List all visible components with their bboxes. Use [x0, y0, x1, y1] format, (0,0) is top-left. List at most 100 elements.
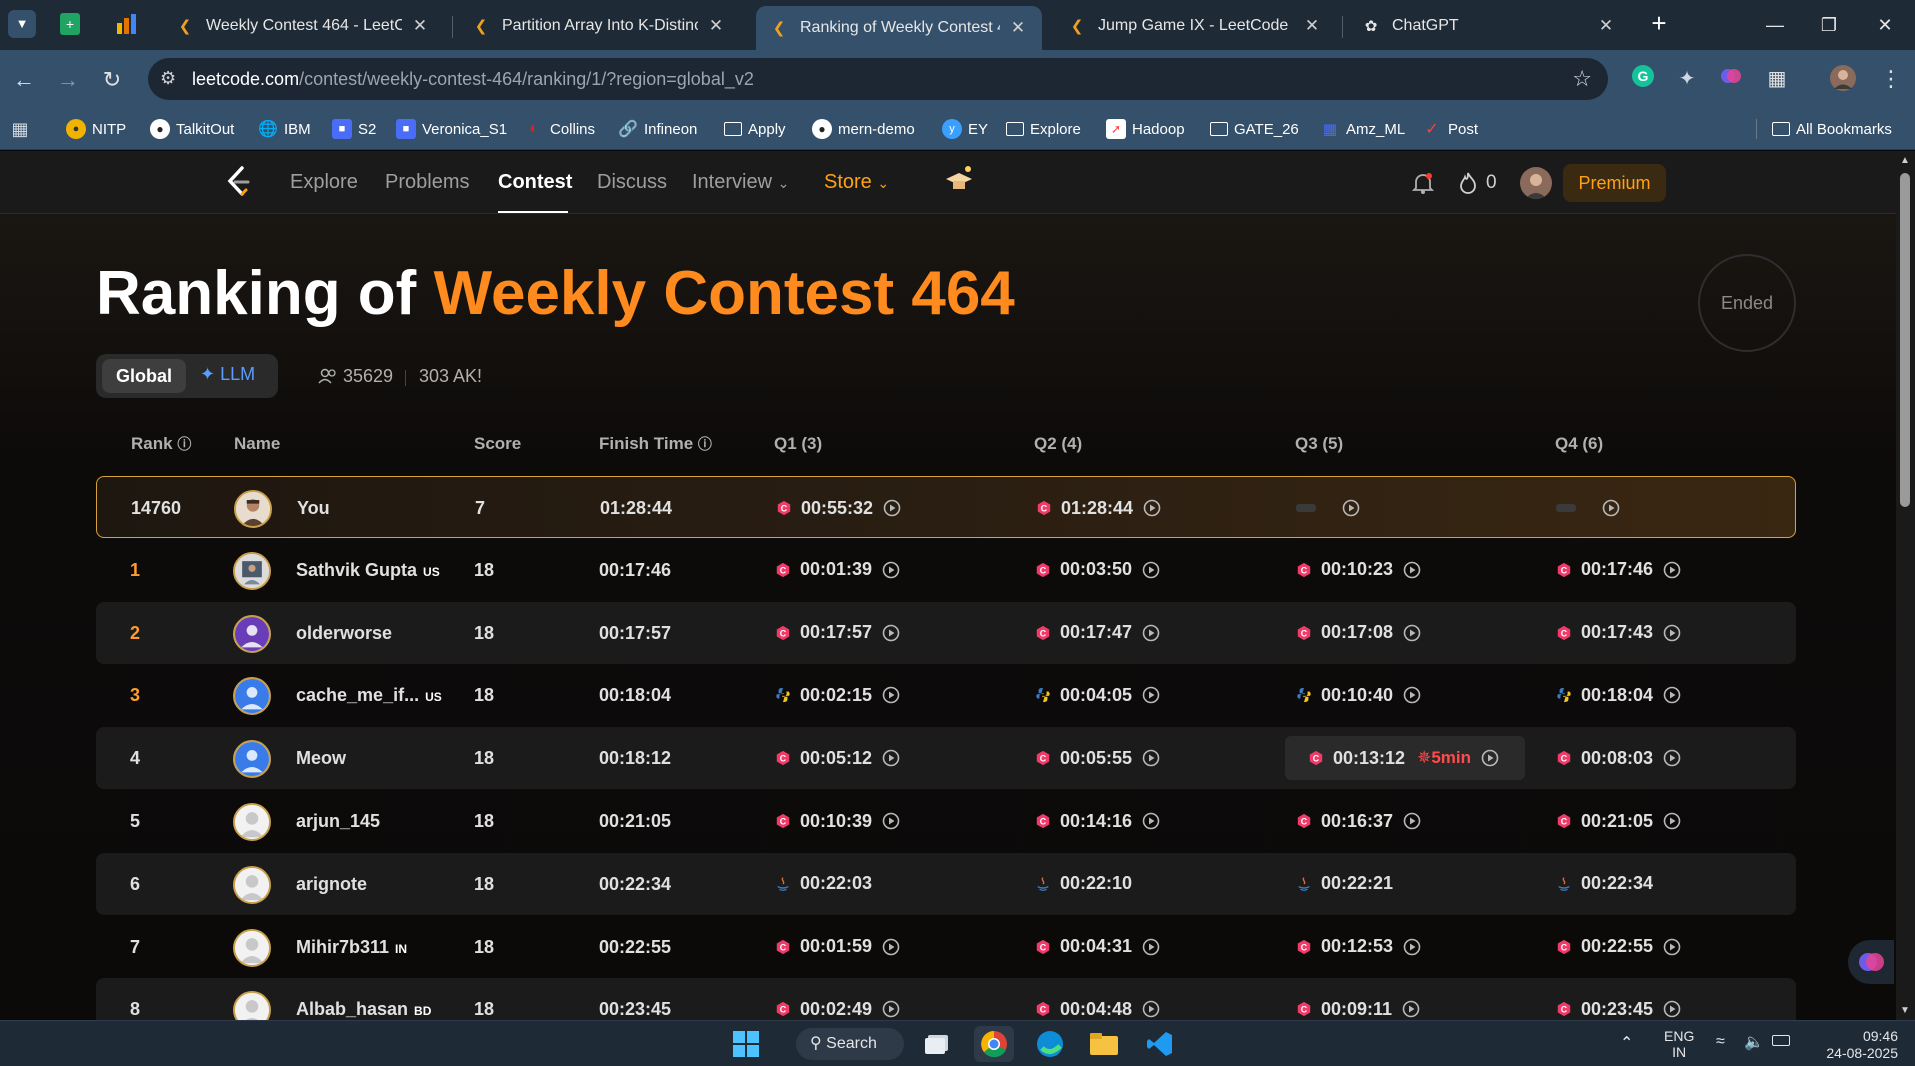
- nav-discuss[interactable]: Discuss: [597, 171, 667, 194]
- play-replay-icon[interactable]: [1663, 686, 1681, 704]
- avatar[interactable]: [233, 865, 271, 904]
- bookmark-mern-demo[interactable]: ● mern-demo: [812, 117, 915, 141]
- bookmark-explore[interactable]: Explore: [1006, 117, 1081, 141]
- avatar[interactable]: [233, 677, 271, 716]
- close-icon[interactable]: ✕: [1008, 18, 1028, 38]
- username[interactable]: arignote: [296, 874, 367, 894]
- avatar[interactable]: [233, 803, 271, 841]
- edge-taskbar-icon[interactable]: [1030, 1026, 1070, 1062]
- name-cell[interactable]: arignote: [296, 853, 367, 915]
- tab-ranking[interactable]: ❮ Ranking of Weekly Contest 464 ✕: [756, 6, 1042, 50]
- play-replay-icon[interactable]: [1663, 812, 1681, 830]
- play-replay-icon[interactable]: [882, 1000, 900, 1018]
- close-icon[interactable]: ✕: [1302, 16, 1322, 36]
- username[interactable]: Meow: [296, 748, 346, 768]
- user-avatar[interactable]: [1520, 167, 1552, 199]
- nav-explore[interactable]: Explore: [290, 171, 358, 194]
- name-cell[interactable]: cache_me_if... US: [296, 664, 442, 726]
- info-icon[interactable]: ⓘ: [698, 436, 712, 452]
- close-icon[interactable]: ✕: [1596, 16, 1616, 36]
- play-replay-icon[interactable]: [1481, 749, 1499, 767]
- nav-interview[interactable]: Interview ⌄: [692, 171, 789, 194]
- sheets-pinned-tab-icon[interactable]: +: [60, 13, 80, 35]
- play-replay-icon[interactable]: [1403, 812, 1421, 830]
- url-text[interactable]: leetcode.com/contest/weekly-contest-464/…: [192, 69, 754, 90]
- play-replay-icon[interactable]: [1143, 499, 1161, 517]
- bookmark-gate26[interactable]: GATE_26: [1210, 117, 1299, 141]
- tab-jump-game[interactable]: ❮ Jump Game IX - LeetCode ✕: [1054, 6, 1336, 46]
- leetcode-logo-icon[interactable]: [224, 165, 254, 199]
- bookmark-ibm[interactable]: 🌐 IBM: [258, 117, 311, 141]
- site-info-icon[interactable]: ⚙: [160, 68, 176, 89]
- bookmark-s2[interactable]: ■ S2: [332, 117, 376, 141]
- wifi-icon[interactable]: ≈: [1716, 1033, 1725, 1051]
- play-replay-icon[interactable]: [1402, 1000, 1420, 1018]
- bookmark-apply[interactable]: Apply: [724, 117, 786, 141]
- play-replay-icon[interactable]: [1403, 686, 1421, 704]
- avatar[interactable]: [234, 490, 272, 528]
- play-replay-icon[interactable]: [882, 686, 900, 704]
- info-icon[interactable]: ⓘ: [177, 436, 191, 452]
- nav-problems[interactable]: Problems: [385, 171, 469, 194]
- chrome-menu-icon[interactable]: ⋮: [1876, 64, 1906, 94]
- play-replay-icon[interactable]: [1142, 686, 1160, 704]
- avatar[interactable]: [233, 928, 271, 967]
- nav-store[interactable]: Store ⌄: [824, 171, 889, 194]
- scroll-up-arrow-icon[interactable]: ▲: [1899, 155, 1911, 167]
- play-replay-icon[interactable]: [1663, 624, 1681, 642]
- play-replay-icon[interactable]: [1142, 561, 1160, 579]
- tab-search-dropdown-icon[interactable]: ▼: [8, 10, 36, 38]
- bookmark-post[interactable]: ✓ Post: [1422, 117, 1478, 141]
- bookmark-veronica[interactable]: ■ Veronica_S1: [396, 117, 507, 141]
- play-replay-icon[interactable]: [1663, 749, 1681, 767]
- brain-extension-icon[interactable]: [1716, 64, 1746, 94]
- grammarly-icon[interactable]: G: [1628, 64, 1658, 94]
- close-icon[interactable]: ✕: [410, 16, 430, 36]
- task-view-icon[interactable]: [918, 1026, 958, 1062]
- play-replay-icon[interactable]: [1142, 624, 1160, 642]
- volume-icon[interactable]: 🔈: [1744, 1032, 1764, 1052]
- scroll-thumb[interactable]: [1900, 173, 1910, 507]
- taskbar-search[interactable]: ⚲ Search: [796, 1028, 904, 1060]
- graduation-cap-icon[interactable]: [944, 163, 974, 197]
- premium-button[interactable]: Premium: [1563, 164, 1666, 202]
- play-replay-icon[interactable]: [882, 561, 900, 579]
- play-replay-icon[interactable]: [1142, 812, 1160, 830]
- bookmark-collins[interactable]: ◐ Collins: [524, 117, 595, 141]
- avatar[interactable]: [233, 614, 271, 653]
- tab-partition-array[interactable]: ❮ Partition Array Into K-Distinct G ✕: [458, 6, 740, 46]
- vscode-taskbar-icon[interactable]: [1140, 1026, 1180, 1062]
- avatar[interactable]: [233, 991, 271, 1020]
- play-replay-icon[interactable]: [1142, 749, 1160, 767]
- tray-chevron-icon[interactable]: ⌃: [1620, 1033, 1633, 1053]
- back-button[interactable]: ←: [8, 64, 40, 96]
- bookmark-amz-ml[interactable]: ▦ Amz_ML: [1320, 117, 1405, 141]
- chrome-taskbar-icon[interactable]: [974, 1026, 1014, 1062]
- tab-weekly-contest[interactable]: ❮ Weekly Contest 464 - LeetCode ✕: [162, 6, 444, 46]
- forward-button[interactable]: →: [52, 64, 84, 96]
- play-replay-icon[interactable]: [1142, 1000, 1160, 1018]
- avatar[interactable]: [233, 551, 271, 590]
- username[interactable]: Albab_hasan: [296, 999, 408, 1019]
- page-scrollbar[interactable]: ▲ ▼: [1896, 151, 1915, 1020]
- username[interactable]: Sathvik Gupta: [296, 560, 417, 580]
- extension-icon[interactable]: ✦: [1672, 64, 1702, 94]
- username[interactable]: cache_me_if...: [296, 685, 419, 705]
- tab-chatgpt[interactable]: ✿ ChatGPT ✕: [1348, 6, 1630, 46]
- window-close-button[interactable]: ✕: [1862, 10, 1908, 40]
- bookmark-hadoop[interactable]: ➚ Hadoop: [1106, 117, 1185, 141]
- play-replay-icon[interactable]: [1403, 938, 1421, 956]
- windows-start-icon[interactable]: [726, 1026, 766, 1062]
- bookmark-ey[interactable]: y EY: [942, 117, 988, 141]
- username[interactable]: arjun_145: [296, 811, 380, 831]
- play-replay-icon[interactable]: [882, 624, 900, 642]
- bookmark-nitp[interactable]: ● NITP: [66, 117, 126, 141]
- address-bar[interactable]: ⚙ leetcode.com/contest/weekly-contest-46…: [148, 58, 1608, 100]
- play-replay-icon[interactable]: [1403, 561, 1421, 579]
- extensions-puzzle-icon[interactable]: ▦: [1762, 64, 1792, 94]
- name-cell[interactable]: arjun_145: [296, 790, 380, 852]
- toggle-global[interactable]: Global: [102, 359, 186, 393]
- new-tab-button[interactable]: +: [1644, 8, 1674, 38]
- username[interactable]: olderworse: [296, 623, 392, 643]
- file-explorer-icon[interactable]: [1084, 1026, 1124, 1062]
